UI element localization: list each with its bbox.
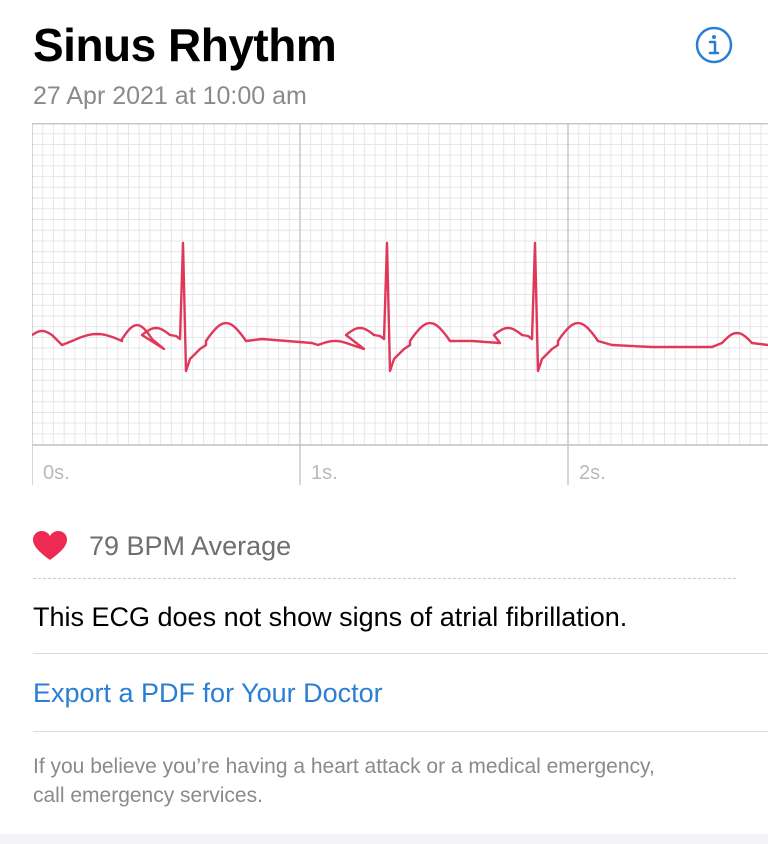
time-label-2s: 2s. [579,462,606,484]
recording-timestamp: 27 Apr 2021 at 10:00 am [33,82,307,110]
bottom-bar [0,834,768,844]
ecg-result-text: This ECG does not show signs of atrial f… [33,602,628,632]
info-circle-icon [695,26,733,64]
bpm-summary: 79 BPM Average [33,526,291,566]
export-pdf-link[interactable]: Export a PDF for Your Doctor [33,676,383,710]
time-label-0s: 0s. [43,462,70,484]
dashed-divider [33,578,736,579]
divider [33,731,768,732]
emergency-note: If you believe you’re having a heart att… [33,755,655,807]
time-label-1s: 1s. [311,462,338,484]
heart-icon [33,531,67,560]
page-title: Sinus Rhythm [33,19,337,71]
divider [33,653,768,654]
bpm-average-text: 79 BPM Average [89,530,292,561]
ecg-chart: 0s. 1s. 2s. [30,122,768,485]
info-button[interactable] [695,26,733,64]
